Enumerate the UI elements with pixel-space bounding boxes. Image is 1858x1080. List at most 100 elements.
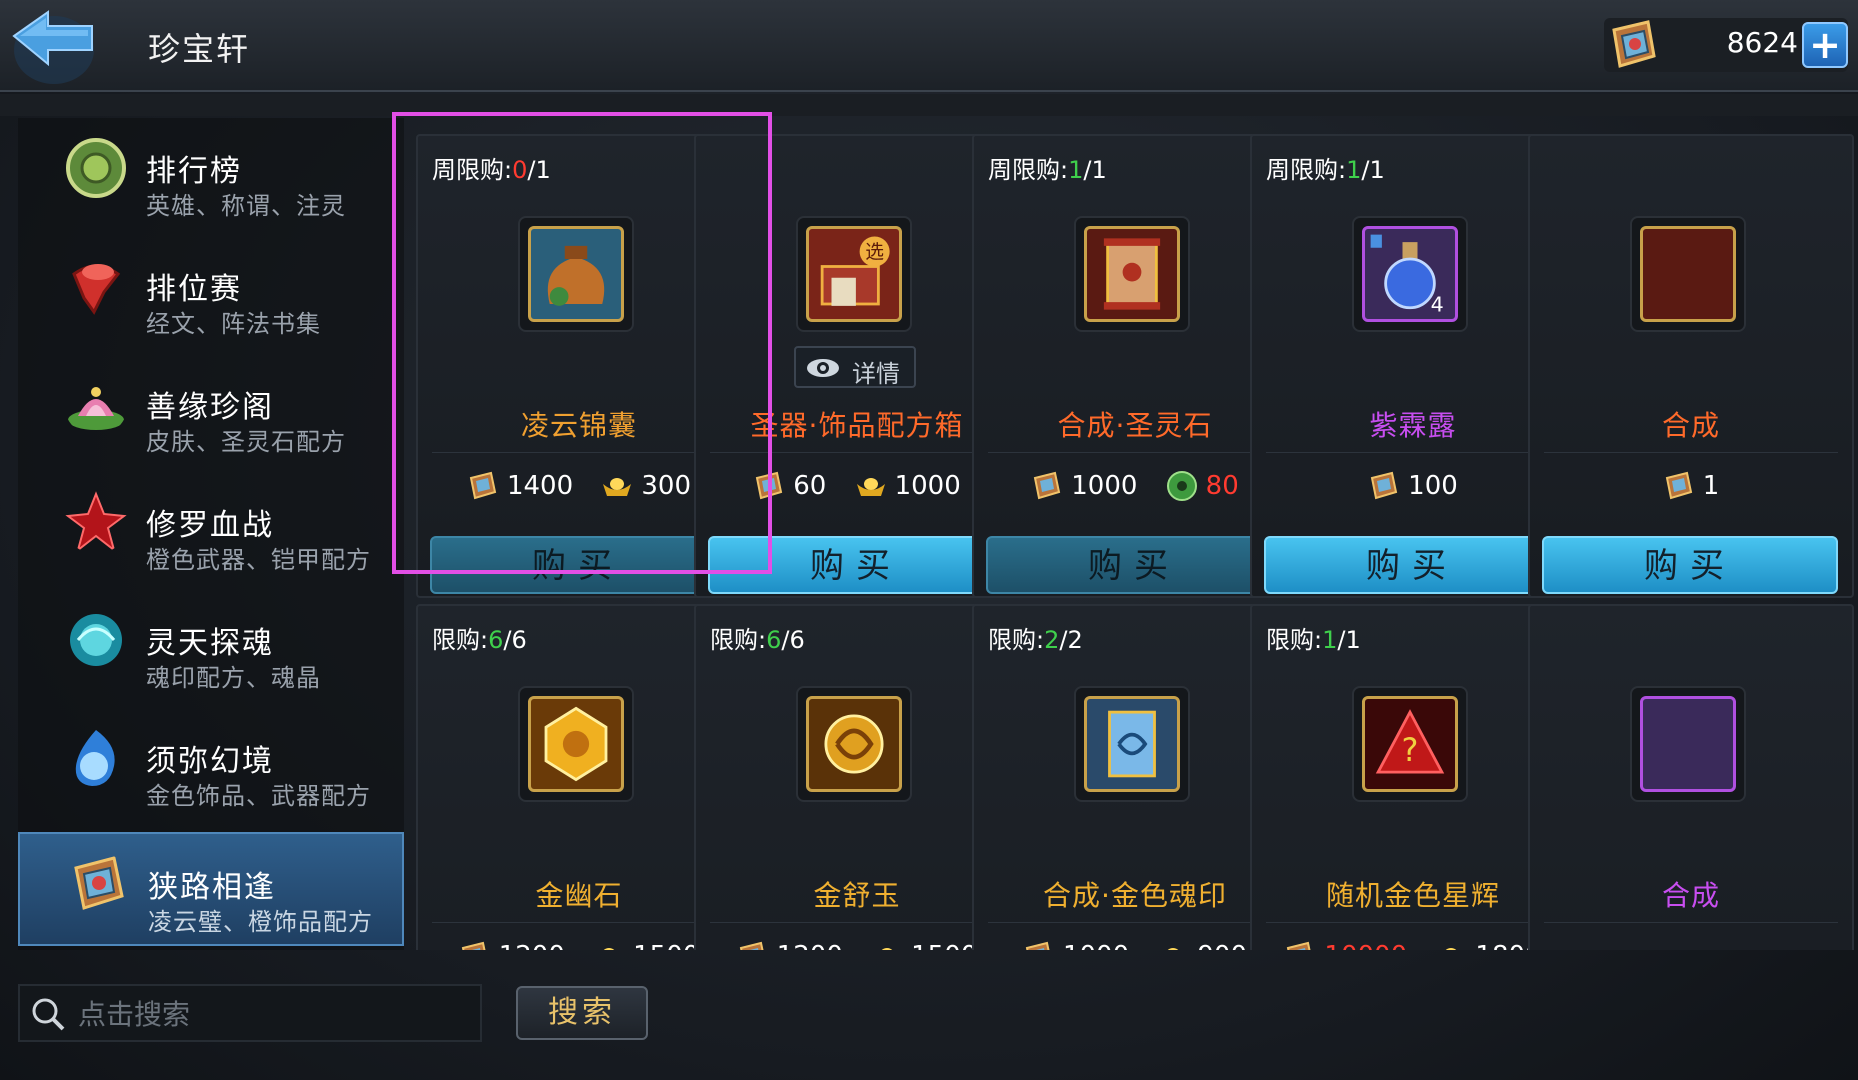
item-icon-frame: 4: [1352, 216, 1468, 332]
card-divider: [988, 922, 1282, 923]
buy-button[interactable]: 购买: [708, 536, 1004, 594]
card-divider: [432, 922, 726, 923]
card-divider: [1266, 922, 1560, 923]
price-row: 100: [1252, 470, 1574, 510]
card-divider: [1544, 922, 1838, 923]
price-row: 1400 300: [418, 470, 740, 510]
sidebar-item-subtitle: 魂印配方、魂晶: [146, 664, 321, 692]
sidebar-item-title: 排位赛: [146, 272, 242, 307]
card-divider: [988, 452, 1282, 453]
token-badge-icon: [1287, 941, 1311, 950]
item-icon-frame: ?: [1352, 686, 1468, 802]
purchase-limit: 周限购:1/1: [1266, 156, 1385, 184]
item-name: 合成: [1661, 409, 1720, 442]
buy-button[interactable]: 购买: [986, 536, 1282, 594]
mystery-star-icon: ?: [1362, 696, 1458, 792]
search-icon: [32, 998, 65, 1031]
sidebar-item-charity-pavilion[interactable]: 善缘珍阁 皮肤、圣灵石配方: [18, 354, 404, 468]
purchase-limit: 限购:6/6: [710, 626, 805, 654]
price-row: 1: [1530, 470, 1852, 510]
currency-value: 8624: [1726, 26, 1798, 59]
sidebar-item-title: 排行榜: [146, 154, 242, 189]
search-button[interactable]: 搜索: [516, 986, 648, 1040]
item-name: 合成·圣灵石: [1057, 409, 1213, 442]
price-row: 1200 1500: [696, 940, 1018, 950]
token-badge-icon: [1025, 941, 1050, 950]
card-divider: [1544, 452, 1838, 453]
shop-screen: 珍宝轩 8624 + 排行榜 英雄、称谓、注灵 排位赛 经文、阵法书集 善缘珍阁…: [0, 0, 1858, 1080]
search-input[interactable]: [78, 992, 474, 1036]
gold-ingot-icon: [1168, 948, 1179, 950]
item-name: 合成: [1661, 879, 1720, 912]
item-icon-frame: [1630, 216, 1746, 332]
buy-button[interactable]: 购买: [1264, 536, 1560, 594]
item-icon-frame: [1630, 686, 1746, 802]
item-name: 金幽石: [535, 879, 623, 912]
partial-item-icon: [1640, 226, 1736, 322]
sidebar-item-title: 善缘珍阁: [146, 390, 274, 425]
sidebar-item-sumeru-illusion[interactable]: 须弥幻境 金色饰品、武器配方: [18, 708, 404, 822]
token-badge-icon: [74, 856, 124, 910]
purchase-limit: 限购:2/2: [988, 626, 1083, 654]
add-currency-button[interactable]: +: [1802, 22, 1848, 68]
page-title: 珍宝轩: [148, 30, 251, 68]
gold-jade-icon: [806, 696, 902, 792]
purchase-limit: 限购:6/6: [432, 626, 527, 654]
card-divider: [1266, 452, 1560, 453]
card-divider: [710, 452, 1004, 453]
details-button[interactable]: 详情: [794, 346, 916, 388]
item-icon-frame: 选: [796, 216, 912, 332]
sidebar-item-title: 修罗血战: [146, 508, 274, 543]
shop-item-card[interactable]: 合成 1 购买: [1528, 134, 1854, 598]
currency-display: 8624 +: [1604, 18, 1848, 72]
eye-icon: [807, 359, 839, 377]
red-crystal-icon: [65, 491, 127, 553]
token-badge-icon: [461, 941, 486, 950]
sidebar-item-asura-battle[interactable]: 修罗血战 橙色武器、铠甲配方: [18, 472, 404, 586]
lotus-icon: [68, 387, 124, 430]
svg-text:4: 4: [1431, 293, 1444, 317]
sidebar-item-subtitle: 凌云璧、橙饰品配方: [148, 908, 373, 936]
item-name: 合成·金色魂印: [1043, 879, 1227, 912]
gold-ingot-icon: [603, 948, 615, 950]
partial-item-icon: [1640, 696, 1736, 792]
sidebar-item-spirit-exploration[interactable]: 灵天探魂 魂印配方、魂晶: [18, 590, 404, 704]
buy-button[interactable]: 购买: [1542, 536, 1838, 594]
recipe-chest-icon: 选: [806, 226, 902, 322]
svg-text:?: ?: [1402, 731, 1419, 769]
item-icon-frame: [1074, 216, 1190, 332]
item-icon-frame: [518, 216, 634, 332]
back-arrow-icon[interactable]: [8, 6, 100, 86]
item-icon-frame: [796, 686, 912, 802]
item-name: 金舒玉: [813, 879, 901, 912]
category-sidebar: 排行榜 英雄、称谓、注灵 排位赛 经文、阵法书集 善缘珍阁 皮肤、圣灵石配方 修…: [18, 118, 404, 950]
buy-button[interactable]: 购买: [430, 536, 726, 594]
item-name: 凌云锦囊: [520, 409, 637, 442]
sidebar-item-qualifier[interactable]: 排位赛 经文、阵法书集: [18, 236, 404, 350]
card-divider: [432, 452, 726, 453]
svg-text:选: 选: [865, 241, 884, 263]
shop-item-card[interactable]: 合成: [1528, 604, 1854, 950]
item-name: 随机金色星辉: [1325, 879, 1500, 912]
purchase-limit: 限购:1/1: [1266, 626, 1361, 654]
sidebar-item-subtitle: 经文、阵法书集: [146, 310, 321, 338]
sidebar-item-title: 须弥幻境: [146, 744, 274, 779]
card-divider: [710, 922, 1004, 923]
sidebar-item-narrow-encounter[interactable]: 狭路相逢 凌云璧、橙饰品配方: [18, 832, 404, 946]
token-badge-icon: [756, 471, 783, 500]
gold-ingot-icon: [856, 478, 885, 496]
price-row: 1000 80: [974, 470, 1296, 510]
token-badge-icon: [469, 471, 497, 500]
sidebar-item-ranking[interactable]: 排行榜 英雄、称谓、注灵: [18, 118, 404, 232]
sidebar-item-title: 灵天探魂: [146, 626, 274, 661]
cyan-orb-icon: [70, 614, 122, 666]
red-scroll-icon: [1084, 226, 1180, 322]
token-badge-icon: [1665, 471, 1692, 500]
sidebar-item-subtitle: 皮肤、圣灵石配方: [146, 428, 346, 456]
sidebar-item-subtitle: 英雄、称谓、注灵: [146, 192, 346, 220]
price-row: 10000 1800: [1252, 940, 1574, 950]
item-name: 紫霖露: [1369, 409, 1457, 442]
price-row: 60 1000: [696, 470, 1018, 510]
search-box: [18, 984, 482, 1042]
item-grid: 周限购:0/1 凌云锦囊 1400 300 购买 选 详情 圣器·饰品配方箱 6…: [410, 118, 1858, 950]
